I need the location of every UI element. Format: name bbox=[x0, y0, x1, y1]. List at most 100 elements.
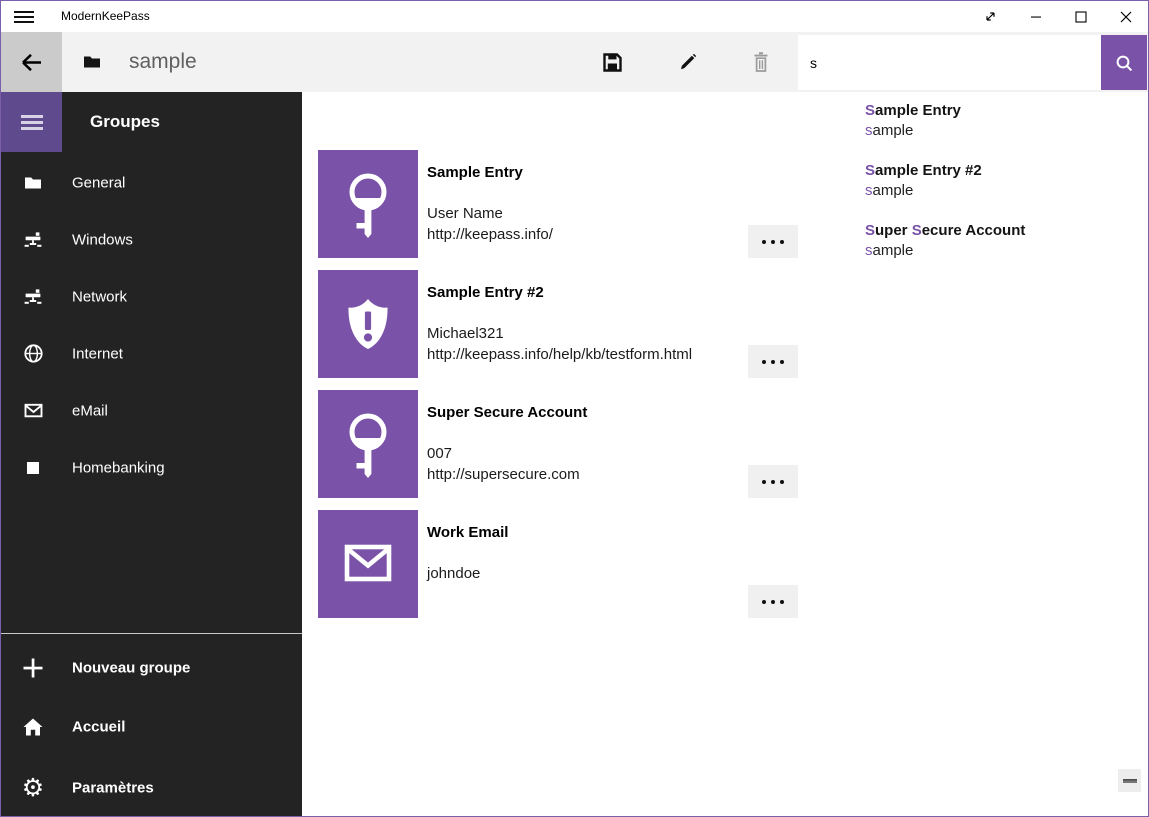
suggestion-item-sample-entry-2[interactable]: Sample Entry #2 sample bbox=[865, 161, 982, 201]
app-command-bar: sample bbox=[1, 32, 1148, 92]
network-icon bbox=[22, 286, 44, 308]
sidebar-menu-button[interactable] bbox=[1, 92, 62, 152]
new-group-button[interactable]: Nouveau groupe bbox=[1, 638, 302, 697]
sidebar-item-network[interactable]: Network bbox=[1, 268, 302, 325]
entry-username: 007 bbox=[427, 443, 580, 464]
sidebar-item-label: Homebanking bbox=[72, 459, 165, 476]
key-icon bbox=[318, 150, 418, 258]
sidebar-item-label: eMail bbox=[72, 402, 108, 419]
entry-tile bbox=[318, 390, 418, 498]
minus-icon bbox=[1123, 779, 1137, 783]
square-icon bbox=[22, 457, 44, 479]
save-button[interactable] bbox=[588, 38, 636, 86]
entry-row-work-email[interactable]: Work Email johndoe bbox=[318, 510, 1118, 618]
sidebar-item-label: Windows bbox=[72, 231, 133, 248]
sidebar-item-label: General bbox=[72, 174, 125, 191]
home-button[interactable]: Accueil bbox=[1, 697, 302, 756]
delete-button[interactable] bbox=[737, 38, 785, 86]
entry-tile bbox=[318, 510, 418, 618]
sidebar: Groupes General Windows bbox=[1, 92, 302, 817]
search-input[interactable] bbox=[798, 35, 1101, 90]
pencil-icon bbox=[678, 52, 698, 72]
sidebar-item-windows[interactable]: Windows bbox=[1, 211, 302, 268]
titlebar: ModernKeePass bbox=[1, 1, 1148, 32]
entry-more-button[interactable] bbox=[748, 585, 798, 618]
sidebar-item-label: Accueil bbox=[72, 718, 125, 735]
sidebar-item-label: Internet bbox=[72, 345, 123, 362]
entry-url: http://keepass.info/help/kb/testform.htm… bbox=[427, 344, 692, 365]
hamburger-icon bbox=[21, 127, 43, 130]
folder-icon bbox=[83, 55, 101, 69]
suggestion-subtitle: sample bbox=[865, 240, 1025, 261]
back-button[interactable] bbox=[1, 32, 62, 92]
entry-title: Work Email bbox=[427, 524, 508, 541]
app-window: ModernKeePass bbox=[0, 0, 1149, 817]
search-button[interactable] bbox=[1101, 35, 1147, 90]
maximize-button[interactable] bbox=[1058, 1, 1103, 32]
entry-row-sample-entry-2[interactable]: Sample Entry #2 Michael321 http://keepas… bbox=[318, 270, 1118, 378]
suggestion-item-super-secure-account[interactable]: Super Secure Account sample bbox=[865, 221, 1025, 261]
sidebar-divider bbox=[1, 633, 302, 634]
globe-icon bbox=[22, 343, 44, 365]
settings-button[interactable]: ⚙ Paramètres bbox=[1, 758, 302, 817]
entry-url: http://supersecure.com bbox=[427, 464, 580, 485]
sidebar-item-label: Network bbox=[72, 288, 127, 305]
suggestion-title: Sample Entry bbox=[865, 101, 961, 120]
edit-button[interactable] bbox=[664, 38, 712, 86]
sidebar-item-internet[interactable]: Internet bbox=[1, 325, 302, 382]
entry-username: Michael321 bbox=[427, 323, 692, 344]
sidebar-item-label: Nouveau groupe bbox=[72, 659, 190, 676]
sidebar-item-homebanking[interactable]: Homebanking bbox=[1, 439, 302, 496]
entry-username: johndoe bbox=[427, 563, 480, 584]
envelope-icon bbox=[318, 510, 418, 618]
folder-icon bbox=[22, 172, 44, 194]
shield-icon bbox=[318, 270, 418, 378]
entry-title: Sample Entry bbox=[427, 164, 523, 181]
entry-title: Super Secure Account bbox=[427, 404, 587, 421]
suggestion-subtitle: sample bbox=[865, 180, 982, 201]
key-icon bbox=[318, 390, 418, 498]
entry-more-button[interactable] bbox=[748, 225, 798, 258]
sidebar-item-email[interactable]: eMail bbox=[1, 382, 302, 439]
ellipsis-icon bbox=[762, 480, 766, 484]
entry-url: http://keepass.info/ bbox=[427, 224, 553, 245]
ellipsis-icon bbox=[762, 600, 766, 604]
entry-more-button[interactable] bbox=[748, 345, 798, 378]
minimize-icon bbox=[1030, 11, 1042, 23]
gear-icon: ⚙ bbox=[22, 777, 44, 799]
save-icon bbox=[602, 52, 623, 73]
entry-more-button[interactable] bbox=[748, 465, 798, 498]
suggestion-title: Super Secure Account bbox=[865, 221, 1025, 240]
minimize-button[interactable] bbox=[1013, 1, 1058, 32]
back-arrow-icon bbox=[18, 49, 45, 76]
database-title: sample bbox=[129, 32, 197, 92]
entry-tile bbox=[318, 270, 418, 378]
plus-icon bbox=[22, 657, 44, 679]
zoom-out-button[interactable] bbox=[1118, 769, 1141, 792]
sidebar-item-general[interactable]: General bbox=[1, 154, 302, 211]
hamburger-icon bbox=[14, 11, 34, 13]
suggestion-item-sample-entry[interactable]: Sample Entry sample bbox=[865, 101, 961, 141]
entry-row-super-secure-account[interactable]: Super Secure Account 007 http://supersec… bbox=[318, 390, 1118, 498]
groups-header: Groupes bbox=[90, 92, 160, 152]
suggestion-subtitle: sample bbox=[865, 120, 961, 141]
hamburger-icon bbox=[14, 16, 34, 18]
hamburger-icon bbox=[21, 121, 43, 124]
titlebar-menu-button[interactable] bbox=[14, 1, 48, 32]
hamburger-icon bbox=[21, 115, 43, 118]
home-icon bbox=[22, 716, 44, 738]
close-button[interactable] bbox=[1103, 1, 1148, 32]
network-icon bbox=[22, 229, 44, 251]
entry-username: User Name bbox=[427, 203, 553, 224]
entry-title: Sample Entry #2 bbox=[427, 284, 544, 301]
envelope-icon bbox=[22, 400, 44, 422]
suggestion-title: Sample Entry #2 bbox=[865, 161, 982, 180]
hamburger-icon bbox=[14, 21, 34, 23]
magnifier-icon bbox=[1114, 53, 1134, 73]
close-icon bbox=[1120, 11, 1132, 23]
fullscreen-icon bbox=[984, 10, 997, 23]
search-box bbox=[798, 35, 1101, 90]
fullscreen-button[interactable] bbox=[968, 1, 1013, 32]
ellipsis-icon bbox=[762, 240, 766, 244]
window-controls bbox=[968, 1, 1148, 32]
